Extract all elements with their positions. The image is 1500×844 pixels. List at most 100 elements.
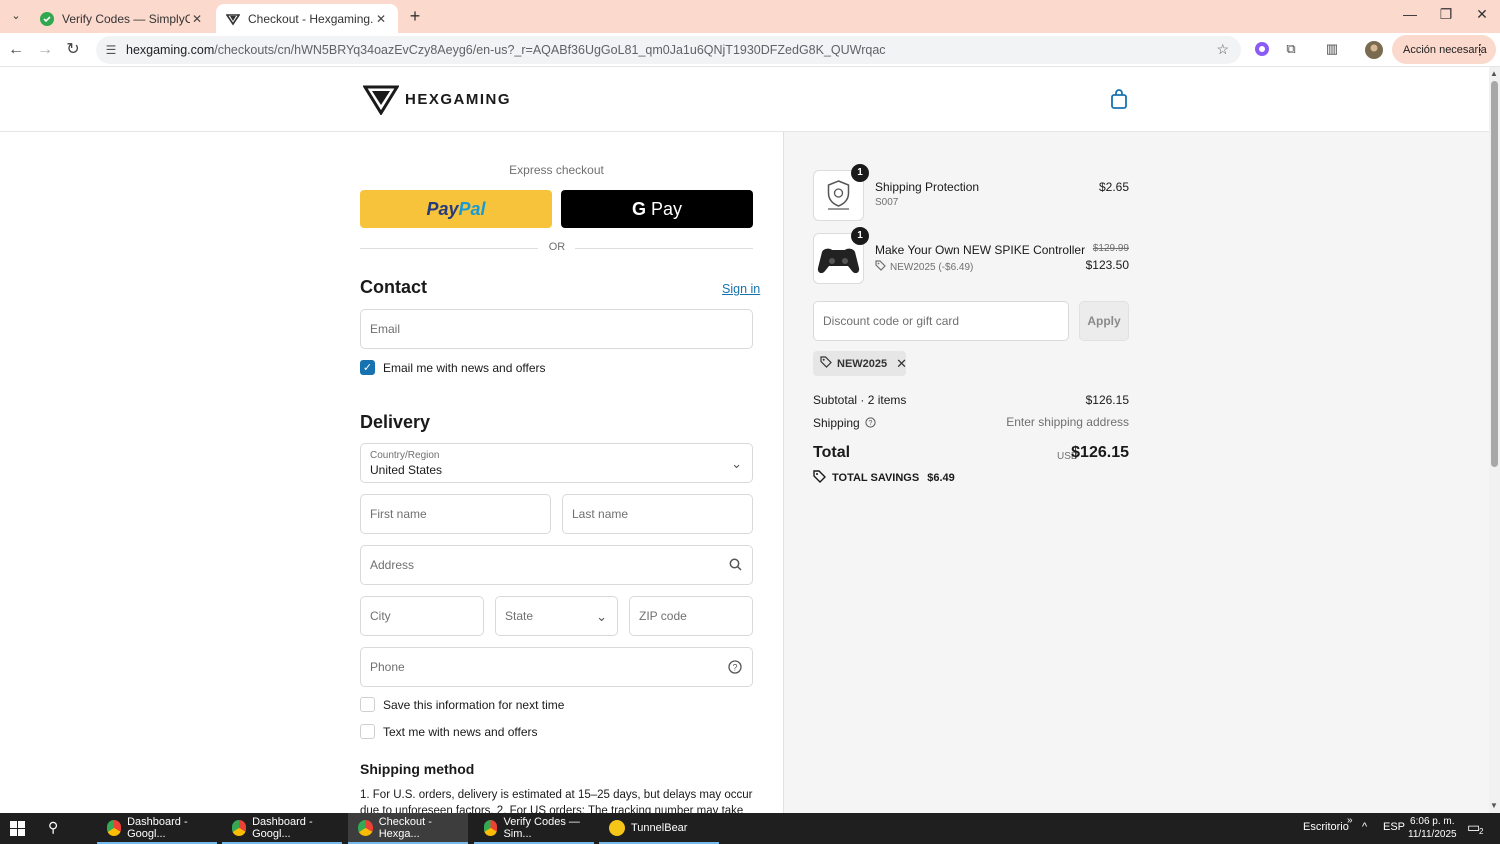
taskbar-app-dashboard-1[interactable]: Dashboard - Googl... [97,813,217,844]
item-name: Shipping Protection [875,180,980,194]
taskbar-app-checkout[interactable]: Checkout - Hexga... [348,813,468,844]
taskbar-app-dashboard-2[interactable]: Dashboard - Googl... [222,813,342,844]
google-pay-button[interactable]: G Pay [561,190,753,228]
city-field[interactable]: City [360,596,484,636]
shipping-label-wrap: Shipping ? [813,415,876,431]
site-logo[interactable]: HEXGAMING [363,83,511,115]
chevron-double-right-icon[interactable]: » [1347,815,1353,826]
email-field[interactable]: Email [360,309,753,349]
taskbar-app-label: Dashboard - Googl... [127,815,188,840]
subtotal-value: $126.15 [1085,393,1129,407]
extensions-puzzle-icon[interactable]: ⧉ [1282,41,1300,59]
shipping-method-heading: Shipping method [360,761,475,777]
country-select[interactable]: Country/Region United States ⌄ [360,443,753,483]
save-info-checkbox-row[interactable]: Save this information for next time [360,697,564,712]
discount-code-input[interactable]: Discount code or gift card [813,301,1069,341]
profile-action-button[interactable]: Acción necesaria ⋮ [1392,35,1496,64]
chrome-icon [358,819,373,836]
menu-dots-icon[interactable]: ⋮ [1473,41,1487,58]
phone-field[interactable]: Phone ? [360,647,753,687]
email-news-label: Email me with news and offers [383,360,546,375]
city-placeholder: City [370,609,391,623]
item-discount: NEW2025 (-$6.49) [875,260,973,274]
tab-verify-codes[interactable]: Verify Codes — SimplyCodes ✕ [30,4,214,33]
bookmark-star-icon[interactable]: ☆ [1216,41,1229,58]
email-news-checkbox[interactable]: ✓ [360,360,375,375]
language-indicator[interactable]: ESP [1383,821,1405,833]
restore-icon[interactable]: ❐ [1436,6,1456,23]
chrome-icon [484,819,498,836]
windows-start-icon[interactable] [10,821,25,836]
apply-button[interactable]: Apply [1079,301,1129,341]
tab-checkout[interactable]: Checkout - Hexgaming.com ✕ [216,4,398,33]
email-news-checkbox-row[interactable]: ✓ Email me with news and offers [360,360,546,375]
taskbar-search-icon[interactable]: ⚲ [48,819,58,836]
total-savings: TOTAL SAVINGS $6.49 [813,470,955,486]
zip-field[interactable]: ZIP code [629,596,753,636]
system-clock[interactable]: 6:06 p. m. 11/11/2025 [1408,815,1457,841]
sign-in-link[interactable]: Sign in [722,282,760,296]
line-item: 1 Make Your Own NEW SPIKE Controller NEW… [813,227,1129,285]
scroll-up-arrow-icon[interactable]: ▲ [1490,69,1498,78]
tunnelbear-icon [609,819,625,836]
tab-search-chevron-icon[interactable]: ⌄ [6,7,26,25]
close-icon[interactable]: ✕ [190,12,204,26]
taskbar-app-label: Verify Codes — Sim... [503,815,580,840]
logo-text: HEXGAMING [405,90,512,108]
address-bar[interactable]: ☰ hexgaming.com/checkouts/cn/hWN5BRYq34o… [96,36,1241,64]
text-news-checkbox-row[interactable]: Text me with news and offers [360,724,538,739]
tag-icon [820,356,832,371]
shipping-note: 1. For U.S. orders, delivery is estimate… [360,789,753,813]
clock-date: 11/11/2025 [1408,829,1457,840]
save-info-checkbox[interactable] [360,697,375,712]
close-window-icon[interactable]: ✕ [1472,6,1492,23]
state-select[interactable]: State ⌄ [495,596,618,636]
quantity-badge: 1 [851,227,869,245]
scroll-down-arrow-icon[interactable]: ▼ [1490,801,1498,810]
reading-list-icon[interactable]: ▥ [1323,41,1341,59]
chrome-icon [107,819,122,836]
remove-discount-close-icon[interactable]: ✕ [896,356,907,372]
scrollbar-thumb[interactable] [1491,81,1498,467]
forward-arrow-icon[interactable]: → [35,40,55,60]
desktop-label[interactable]: Escritorio [1303,821,1349,833]
tab-label: Checkout - Hexgaming.com [248,11,374,26]
tag-icon [813,470,826,486]
help-circle-icon[interactable]: ? [728,660,742,677]
shopping-bag-icon[interactable] [1110,89,1128,109]
browser-toolbar: ← → ↻ ☰ hexgaming.com/checkouts/cn/hWN5B… [0,33,1500,67]
site-settings-icon[interactable]: ☰ [100,43,122,57]
page-scrollbar[interactable]: ▲ ▼ [1489,67,1500,813]
close-icon[interactable]: ✕ [374,12,388,26]
item-name: Make Your Own NEW SPIKE Controller [875,243,1086,257]
item-original-price: $129.99 [1092,243,1129,254]
tray-chevron-up-icon[interactable]: ^ [1362,821,1367,833]
item-discount-label: NEW2025 (-$6.49) [890,261,974,273]
minimize-icon[interactable]: — [1400,6,1420,22]
site-header: HEXGAMING [0,67,1489,132]
last-name-field[interactable]: Last name [562,494,753,534]
paypal-button[interactable]: Pay Pal [360,190,552,228]
taskbar-app-label: Checkout - Hexga... [378,815,432,840]
or-label: OR [548,241,566,253]
item-price: $123.50 [1085,258,1129,272]
tag-icon [875,260,886,274]
email-placeholder: Email [370,322,401,336]
address-placeholder: Address [370,558,415,572]
delivery-heading: Delivery [360,412,431,432]
text-news-checkbox[interactable] [360,724,375,739]
taskbar-app-label: TunnelBear [631,821,688,834]
back-arrow-icon[interactable]: ← [6,40,26,60]
reload-icon[interactable]: ↻ [63,40,83,60]
avatar[interactable] [1365,41,1383,59]
taskbar-app-verify-codes[interactable]: Verify Codes — Sim... [474,813,594,844]
phone-placeholder: Phone [370,660,405,674]
new-tab-plus-icon[interactable]: + [405,6,425,27]
taskbar-app-tunnelbear[interactable]: TunnelBear [599,813,719,844]
tab-label: Verify Codes — SimplyCodes [62,11,190,26]
first-name-field[interactable]: First name [360,494,551,534]
search-icon [729,558,742,574]
address-field[interactable]: Address [360,545,753,585]
extension-icon[interactable] [1253,41,1271,59]
help-circle-icon[interactable]: ? [865,417,876,431]
